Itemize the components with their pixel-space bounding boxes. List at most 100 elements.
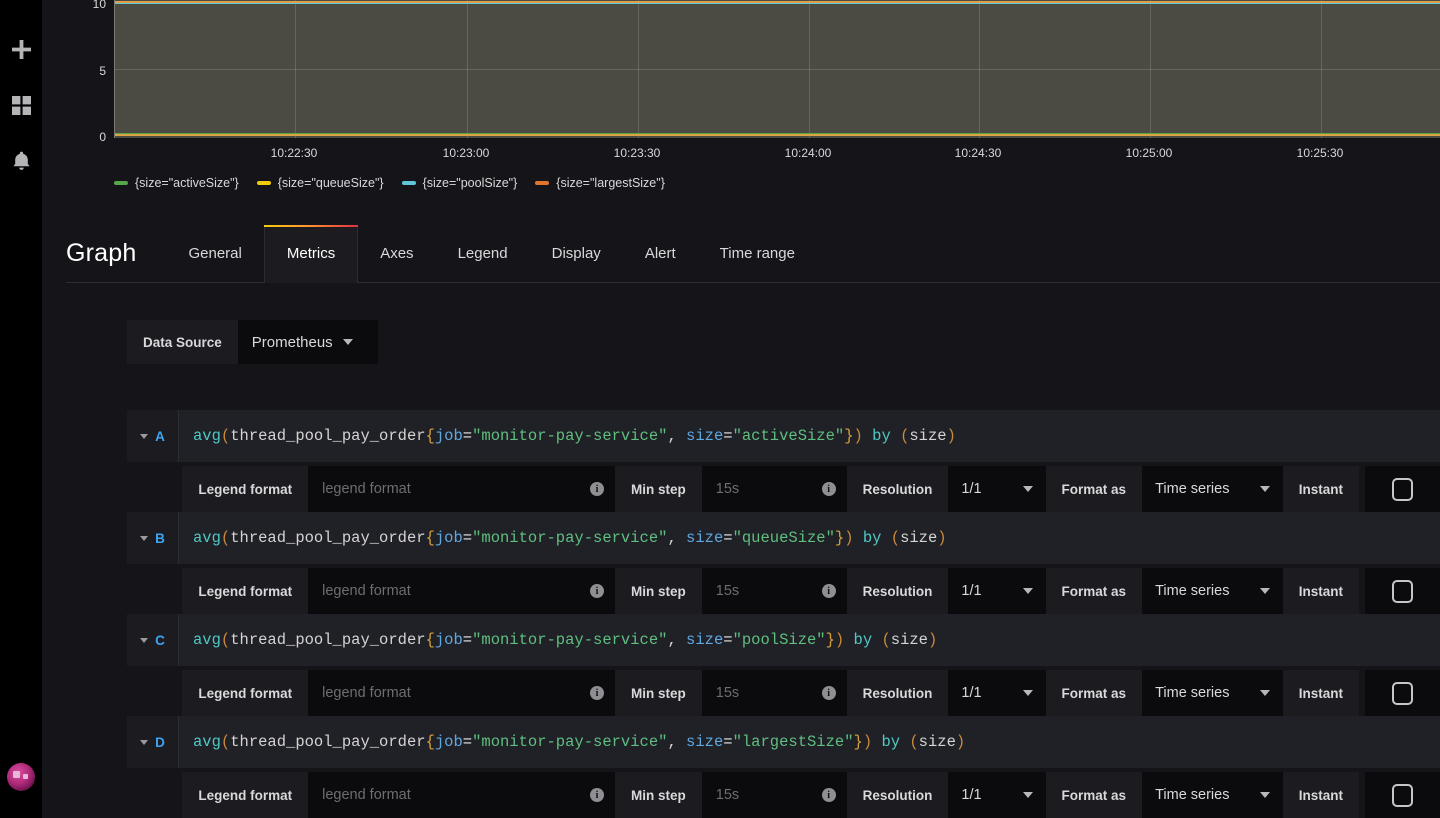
query-toggle-b[interactable]: B <box>127 512 179 564</box>
query-group-by: size <box>909 427 946 445</box>
plot-area[interactable] <box>114 0 1440 138</box>
min-step-placeholder: 15s <box>716 481 739 497</box>
query-label-2: size <box>686 631 723 649</box>
min-step-placeholder: 15s <box>716 787 739 803</box>
x-axis-tick: 10:25:30 <box>1297 146 1344 160</box>
instant-checkbox[interactable] <box>1365 568 1440 614</box>
legend-format-label: Legend format <box>182 568 308 614</box>
legend-format-input[interactable]: legend format i <box>308 772 615 818</box>
legend-color-swatch-icon <box>114 181 128 185</box>
resolution-select[interactable]: 1/1 <box>948 772 1045 818</box>
data-source-label: Data Source <box>127 320 238 364</box>
add-icon[interactable] <box>0 28 42 70</box>
query-editor-row: B avg(thread_pool_pay_order{job="monitor… <box>127 512 1440 564</box>
format-as-value: Time series <box>1155 685 1229 701</box>
tab-general[interactable]: General <box>166 225 263 282</box>
query-value-1: "monitor-pay-service" <box>472 631 667 649</box>
resolution-select[interactable]: 1/1 <box>948 466 1045 512</box>
legend-format-input[interactable]: legend format i <box>308 466 615 512</box>
gridline-vertical <box>979 0 980 138</box>
query-value-2: "queueSize" <box>733 529 835 547</box>
legend-item[interactable]: {size="largestSize"} <box>535 176 665 190</box>
gridline-vertical <box>295 0 296 138</box>
dashboards-icon[interactable] <box>0 84 42 126</box>
query-value-2: "poolSize" <box>733 631 826 649</box>
checkbox-icon <box>1392 682 1413 705</box>
format-as-select[interactable]: Time series <box>1142 772 1283 818</box>
query-toggle-a[interactable]: A <box>127 410 179 462</box>
chevron-down-icon <box>343 339 353 345</box>
query-expression-input-c[interactable]: avg(thread_pool_pay_order{job="monitor-p… <box>179 614 1440 666</box>
format-as-value: Time series <box>1155 583 1229 599</box>
instant-checkbox[interactable] <box>1365 466 1440 512</box>
query-label-2: size <box>686 529 723 547</box>
resolution-select[interactable]: 1/1 <box>948 670 1045 716</box>
data-source-value: Prometheus <box>252 334 333 351</box>
min-step-input[interactable]: 15s i <box>702 568 847 614</box>
data-source-select[interactable]: Prometheus <box>238 320 378 364</box>
legend-format-placeholder: legend format <box>322 583 411 599</box>
tab-time-range[interactable]: Time range <box>698 225 817 282</box>
legend-format-placeholder: legend format <box>322 787 411 803</box>
gridline-vertical <box>467 0 468 138</box>
query-metric: thread_pool_pay_order <box>230 733 425 751</box>
legend-format-input[interactable]: legend format i <box>308 568 615 614</box>
query-by-keyword: by <box>863 529 882 547</box>
query-toggle-c[interactable]: C <box>127 614 179 666</box>
format-as-select[interactable]: Time series <box>1142 670 1283 716</box>
tab-axes[interactable]: Axes <box>358 225 435 282</box>
gridline-horizontal <box>115 69 1440 70</box>
query-group-by: size <box>919 733 956 751</box>
min-step-input[interactable]: 15s i <box>702 772 847 818</box>
options-indent <box>127 466 182 512</box>
min-step-label: Min step <box>615 466 702 512</box>
tab-legend[interactable]: Legend <box>436 225 530 282</box>
instant-label: Instant <box>1283 466 1359 512</box>
x-axis-tick: 10:22:30 <box>271 146 318 160</box>
legend-format-label: Legend format <box>182 670 308 716</box>
legend-item[interactable]: {size="poolSize"} <box>402 176 518 190</box>
query-fn: avg <box>193 733 221 751</box>
tab-alert[interactable]: Alert <box>623 225 698 282</box>
min-step-input[interactable]: 15s i <box>702 670 847 716</box>
format-as-select[interactable]: Time series <box>1142 466 1283 512</box>
avatar[interactable] <box>0 756 42 798</box>
legend-format-input[interactable]: legend format i <box>308 670 615 716</box>
min-step-placeholder: 15s <box>716 685 739 701</box>
y-axis-tick: 5 <box>99 65 106 77</box>
min-step-input[interactable]: 15s i <box>702 466 847 512</box>
graph-legend: {size="activeSize"} {size="queueSize"} {… <box>114 172 665 194</box>
legend-item[interactable]: {size="activeSize"} <box>114 176 239 190</box>
query-expression-input-d[interactable]: avg(thread_pool_pay_order{job="monitor-p… <box>179 716 1440 768</box>
tab-display[interactable]: Display <box>530 225 623 282</box>
min-step-label: Min step <box>615 568 702 614</box>
info-icon[interactable]: i <box>590 482 604 496</box>
query-label-1: job <box>435 631 463 649</box>
instant-checkbox[interactable] <box>1365 670 1440 716</box>
info-icon[interactable]: i <box>822 686 836 700</box>
info-icon[interactable]: i <box>590 788 604 802</box>
query-expression-input-b[interactable]: avg(thread_pool_pay_order{job="monitor-p… <box>179 512 1440 564</box>
y-axis-tick: 10 <box>93 0 106 10</box>
resolution-select[interactable]: 1/1 <box>948 568 1045 614</box>
info-icon[interactable]: i <box>822 482 836 496</box>
query-expression-input-a[interactable]: avg(thread_pool_pay_order{job="monitor-p… <box>179 410 1440 462</box>
legend-item[interactable]: {size="queueSize"} <box>257 176 384 190</box>
legend-format-label: Legend format <box>182 466 308 512</box>
data-source-row: Data Source Prometheus <box>127 320 378 364</box>
format-as-select[interactable]: Time series <box>1142 568 1283 614</box>
instant-checkbox[interactable] <box>1365 772 1440 818</box>
info-icon[interactable]: i <box>822 788 836 802</box>
chevron-down-icon <box>1023 588 1033 594</box>
info-icon[interactable]: i <box>590 686 604 700</box>
legend-color-swatch-icon <box>402 181 416 185</box>
checkbox-icon <box>1392 784 1413 807</box>
query-row: B avg(thread_pool_pay_order{job="monitor… <box>127 512 1440 614</box>
alerting-bell-icon[interactable] <box>0 140 42 182</box>
query-toggle-d[interactable]: D <box>127 716 179 768</box>
info-icon[interactable]: i <box>590 584 604 598</box>
legend-item-label: {size="largestSize"} <box>556 176 665 190</box>
checkbox-icon <box>1392 580 1413 603</box>
tab-metrics[interactable]: Metrics <box>264 225 358 282</box>
info-icon[interactable]: i <box>822 584 836 598</box>
